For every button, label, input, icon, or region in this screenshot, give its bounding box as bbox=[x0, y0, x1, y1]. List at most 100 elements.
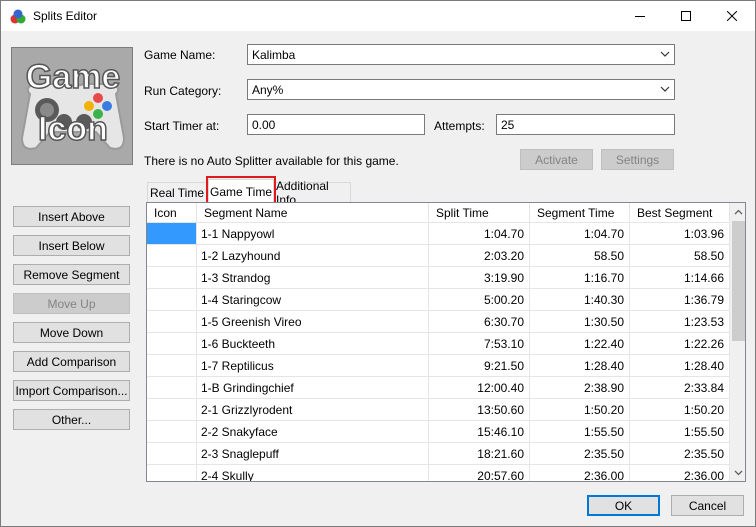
scroll-up-button[interactable] bbox=[730, 203, 745, 220]
column-header-best-segment[interactable]: Best Segment bbox=[630, 203, 730, 223]
column-header-split-time[interactable]: Split Time bbox=[429, 203, 530, 223]
best-segment-cell[interactable]: 1:03.96 bbox=[630, 223, 730, 245]
segment-name-cell[interactable]: 1-4 Staringcow bbox=[197, 289, 429, 311]
activate-button[interactable]: Activate bbox=[520, 149, 593, 170]
split-time-cell[interactable]: 18:21.60 bbox=[429, 443, 530, 465]
segment-icon-cell[interactable] bbox=[147, 223, 197, 245]
segment-time-cell[interactable]: 2:35.50 bbox=[530, 443, 630, 465]
run-category-combobox[interactable]: Any% bbox=[247, 79, 675, 100]
move-up-button[interactable]: Move Up bbox=[13, 293, 130, 314]
tab-additional-info[interactable]: Additional Info bbox=[275, 179, 351, 207]
split-time-cell[interactable]: 20:57.60 bbox=[429, 465, 530, 481]
split-time-cell[interactable]: 5:00.20 bbox=[429, 289, 530, 311]
table-row[interactable]: 2-2 Snakyface 15:46.10 1:55.50 1:55.50 bbox=[147, 421, 730, 443]
segment-time-cell[interactable]: 1:22.40 bbox=[530, 333, 630, 355]
table-row[interactable]: 1-4 Staringcow 5:00.20 1:40.30 1:36.79 bbox=[147, 289, 730, 311]
move-down-button[interactable]: Move Down bbox=[13, 322, 130, 343]
best-segment-cell[interactable]: 2:33.84 bbox=[630, 377, 730, 399]
segment-icon-cell[interactable] bbox=[147, 399, 197, 421]
segment-time-cell[interactable]: 2:36.00 bbox=[530, 465, 630, 481]
table-row[interactable]: 1-5 Greenish Vireo 6:30.70 1:30.50 1:23.53 bbox=[147, 311, 730, 333]
column-header-segment-name[interactable]: Segment Name bbox=[197, 203, 429, 223]
segment-name-cell[interactable]: 1-1 Nappyowl bbox=[197, 223, 429, 245]
segments-table[interactable]: Icon Segment Name Split Time Segment Tim… bbox=[146, 202, 746, 482]
settings-button[interactable]: Settings bbox=[601, 149, 674, 170]
segment-name-cell[interactable]: 1-6 Buckteeth bbox=[197, 333, 429, 355]
tab-game-time[interactable]: Game Time bbox=[208, 179, 274, 203]
best-segment-cell[interactable]: 2:36.00 bbox=[630, 465, 730, 481]
segment-name-cell[interactable]: 2-3 Snaglepuff bbox=[197, 443, 429, 465]
segment-icon-cell[interactable] bbox=[147, 377, 197, 399]
best-segment-cell[interactable]: 1:36.79 bbox=[630, 289, 730, 311]
game-name-combobox[interactable]: Kalimba bbox=[247, 44, 675, 65]
segment-time-cell[interactable]: 1:50.20 bbox=[530, 399, 630, 421]
scrollbar-thumb[interactable] bbox=[732, 221, 745, 341]
segment-name-cell[interactable]: 1-7 Reptilicus bbox=[197, 355, 429, 377]
other-button[interactable]: Other... bbox=[13, 409, 130, 430]
segment-time-cell[interactable]: 1:04.70 bbox=[530, 223, 630, 245]
segment-icon-cell[interactable] bbox=[147, 245, 197, 267]
segment-time-cell[interactable]: 1:30.50 bbox=[530, 311, 630, 333]
segment-icon-cell[interactable] bbox=[147, 421, 197, 443]
segment-time-cell[interactable]: 1:28.40 bbox=[530, 355, 630, 377]
close-button[interactable] bbox=[709, 1, 755, 31]
split-time-cell[interactable]: 7:53.10 bbox=[429, 333, 530, 355]
table-row[interactable]: 1-6 Buckteeth 7:53.10 1:22.40 1:22.26 bbox=[147, 333, 730, 355]
table-row[interactable]: 1-1 Nappyowl 1:04.70 1:04.70 1:03.96 bbox=[147, 223, 730, 245]
column-header-icon[interactable]: Icon bbox=[147, 203, 197, 223]
table-row[interactable]: 2-4 Skully 20:57.60 2:36.00 2:36.00 bbox=[147, 465, 730, 481]
segment-time-cell[interactable]: 1:55.50 bbox=[530, 421, 630, 443]
best-segment-cell[interactable]: 1:14.66 bbox=[630, 267, 730, 289]
segment-name-cell[interactable]: 1-3 Strandog bbox=[197, 267, 429, 289]
best-segment-cell[interactable]: 2:35.50 bbox=[630, 443, 730, 465]
table-row[interactable]: 2-3 Snaglepuff 18:21.60 2:35.50 2:35.50 bbox=[147, 443, 730, 465]
column-header-segment-time[interactable]: Segment Time bbox=[530, 203, 630, 223]
segment-icon-cell[interactable] bbox=[147, 267, 197, 289]
split-time-cell[interactable]: 1:04.70 bbox=[429, 223, 530, 245]
segment-name-cell[interactable]: 2-2 Snakyface bbox=[197, 421, 429, 443]
segment-name-cell[interactable]: 2-4 Skully bbox=[197, 465, 429, 481]
split-time-cell[interactable]: 12:00.40 bbox=[429, 377, 530, 399]
split-time-cell[interactable]: 3:19.90 bbox=[429, 267, 530, 289]
vertical-scrollbar[interactable] bbox=[730, 203, 745, 481]
best-segment-cell[interactable]: 58.50 bbox=[630, 245, 730, 267]
segment-icon-cell[interactable] bbox=[147, 355, 197, 377]
attempts-input[interactable]: 25 bbox=[496, 114, 675, 135]
add-comparison-button[interactable]: Add Comparison bbox=[13, 351, 130, 372]
table-row[interactable]: 1-B Grindingchief 12:00.40 2:38.90 2:33.84 bbox=[147, 377, 730, 399]
segment-time-cell[interactable]: 58.50 bbox=[530, 245, 630, 267]
split-time-cell[interactable]: 15:46.10 bbox=[429, 421, 530, 443]
start-timer-input[interactable]: 0.00 bbox=[247, 114, 425, 135]
ok-button[interactable]: OK bbox=[587, 495, 660, 516]
segment-icon-cell[interactable] bbox=[147, 443, 197, 465]
segment-name-cell[interactable]: 1-5 Greenish Vireo bbox=[197, 311, 429, 333]
segment-name-cell[interactable]: 1-2 Lazyhound bbox=[197, 245, 429, 267]
segment-time-cell[interactable]: 1:40.30 bbox=[530, 289, 630, 311]
segment-name-cell[interactable]: 1-B Grindingchief bbox=[197, 377, 429, 399]
import-comparison-button[interactable]: Import Comparison... bbox=[13, 380, 130, 401]
cancel-button[interactable]: Cancel bbox=[671, 495, 744, 516]
segment-icon-cell[interactable] bbox=[147, 333, 197, 355]
split-time-cell[interactable]: 6:30.70 bbox=[429, 311, 530, 333]
remove-segment-button[interactable]: Remove Segment bbox=[13, 264, 130, 285]
insert-above-button[interactable]: Insert Above bbox=[13, 206, 130, 227]
segment-icon-cell[interactable] bbox=[147, 465, 197, 481]
table-row[interactable]: 1-3 Strandog 3:19.90 1:16.70 1:14.66 bbox=[147, 267, 730, 289]
segment-time-cell[interactable]: 1:16.70 bbox=[530, 267, 630, 289]
segment-name-cell[interactable]: 2-1 Grizzlyrodent bbox=[197, 399, 429, 421]
best-segment-cell[interactable]: 1:23.53 bbox=[630, 311, 730, 333]
best-segment-cell[interactable]: 1:28.40 bbox=[630, 355, 730, 377]
minimize-button[interactable] bbox=[617, 1, 663, 31]
maximize-button[interactable] bbox=[663, 1, 709, 31]
best-segment-cell[interactable]: 1:50.20 bbox=[630, 399, 730, 421]
segment-time-cell[interactable]: 2:38.90 bbox=[530, 377, 630, 399]
best-segment-cell[interactable]: 1:55.50 bbox=[630, 421, 730, 443]
table-row[interactable]: 1-7 Reptilicus 9:21.50 1:28.40 1:28.40 bbox=[147, 355, 730, 377]
split-time-cell[interactable]: 2:03.20 bbox=[429, 245, 530, 267]
best-segment-cell[interactable]: 1:22.26 bbox=[630, 333, 730, 355]
game-icon-picture[interactable]: Game Icon bbox=[11, 47, 133, 165]
table-row[interactable]: 2-1 Grizzlyrodent 13:50.60 1:50.20 1:50.20 bbox=[147, 399, 730, 421]
tab-real-time[interactable]: Real Time bbox=[147, 182, 207, 203]
table-row[interactable]: 1-2 Lazyhound 2:03.20 58.50 58.50 bbox=[147, 245, 730, 267]
segment-icon-cell[interactable] bbox=[147, 311, 197, 333]
